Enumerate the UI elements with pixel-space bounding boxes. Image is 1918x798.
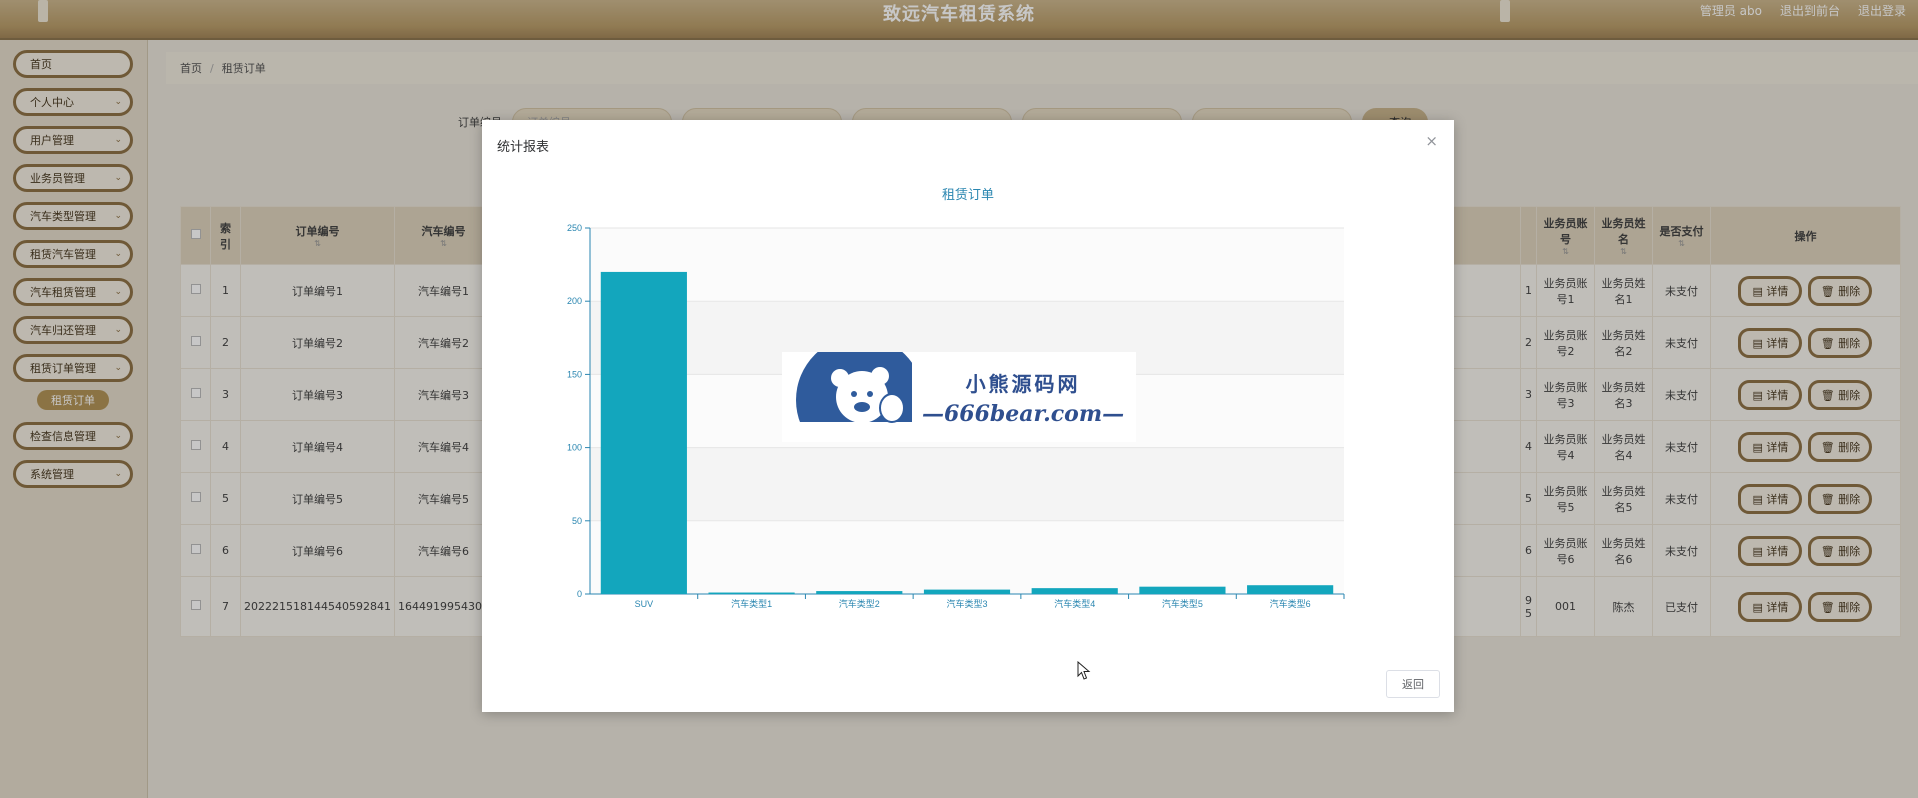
y-tick-label: 0 [577,589,582,599]
watermark-line2: —666bear.com— [922,400,1125,427]
bar [1031,588,1118,594]
x-tick-label: 汽车类型1 [731,598,772,609]
watermark-line1: 小熊源码网 [965,371,1081,396]
y-tick-label: 50 [572,516,582,526]
bar [600,271,687,594]
x-tick-label: SUV [635,599,654,609]
bar [1139,586,1226,594]
x-tick-label: 汽车类型2 [839,598,880,609]
x-tick-label: 汽车类型5 [1162,598,1203,609]
bar [1247,585,1334,594]
x-tick-label: 汽车类型6 [1270,598,1311,609]
y-tick-label: 100 [567,443,582,453]
stats-dialog: 统计报表 × 租赁订单 0 50 100 150 200 250 SUV 汽车类型1 汽车类型2… [482,120,1454,712]
x-tick-label: 汽车类型3 [946,598,987,609]
x-tick-label: 汽车类型4 [1054,598,1095,609]
bar [923,589,1011,594]
mouse-cursor-icon [1077,661,1091,680]
y-tick-label: 200 [567,296,582,306]
grid-band [590,228,1344,302]
back-button[interactable]: 返回 [1386,670,1440,698]
y-tick-label: 150 [567,369,582,379]
watermark: 小熊源码网 —666bear.com— [782,352,1136,442]
grid-band [590,447,1344,521]
grid-band [590,520,1344,594]
bar [816,591,903,594]
bar [708,592,795,594]
watermark-text: 小熊源码网 —666bear.com— [922,368,1124,427]
y-tick-label: 250 [567,223,582,233]
bear-logo-icon [782,352,912,442]
